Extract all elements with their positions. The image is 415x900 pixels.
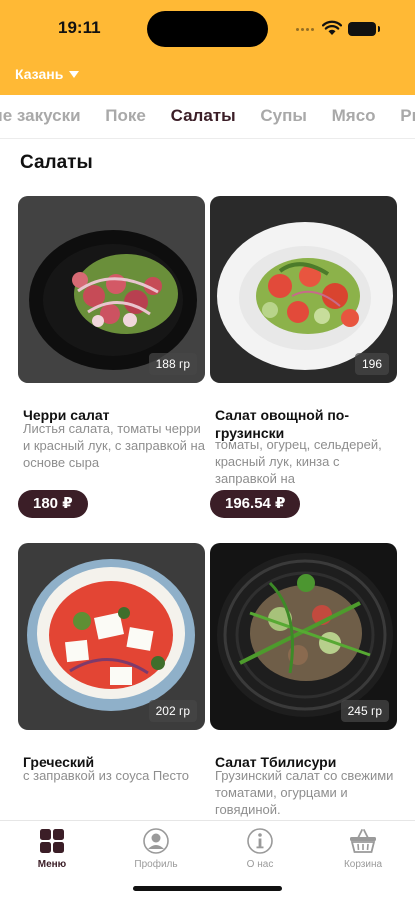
tab-label: Корзина	[343, 859, 383, 870]
product-description: Листья салата, томаты черри и красный лу…	[23, 421, 205, 470]
weight-badge: 188 гр	[148, 353, 197, 375]
tab-label: Меню	[37, 859, 67, 870]
tab-menu[interactable]: Меню	[12, 828, 92, 870]
tab-label: Профиль	[134, 859, 178, 870]
weight-badge: 245 гр	[340, 700, 389, 722]
product-description: Грузинский салат со свежими томатами, ог…	[215, 768, 394, 817]
city-selector[interactable]: Казань	[15, 66, 80, 82]
product-image[interactable]: 202 гр	[18, 543, 205, 730]
tab-category[interactable]: Супы	[260, 106, 307, 126]
menu-grid-icon	[40, 829, 64, 853]
product-image[interactable]: 245 гр	[210, 543, 397, 730]
product-card[interactable]: 196 Салат овощной по-грузински томаты, о…	[210, 196, 397, 518]
tab-category[interactable]: Мясо	[332, 106, 376, 126]
weight-badge: 202 гр	[148, 700, 197, 722]
tab-category[interactable]: ние закуски	[0, 106, 81, 126]
product-description: с заправкой из соуса Песто	[23, 768, 190, 783]
product-card[interactable]: 245 гр Салат Тбилисури Грузинский салат …	[210, 543, 397, 817]
category-tabs: ние закуски Поке Салаты Супы Мясо Рыба	[0, 95, 415, 139]
tab-profile[interactable]: Профиль	[116, 828, 196, 870]
tab-category-active[interactable]: Салаты	[171, 106, 236, 126]
profile-icon	[143, 828, 169, 854]
signal-icon	[296, 28, 316, 32]
header-bar: 19:11 Казань	[0, 0, 415, 95]
tab-about[interactable]: О нас	[220, 828, 300, 870]
product-image[interactable]: 196	[210, 196, 397, 383]
status-time: 19:11	[58, 18, 101, 37]
product-image[interactable]: 188 гр	[18, 196, 205, 383]
battery-icon	[348, 22, 380, 36]
tab-category[interactable]: Поке	[105, 106, 146, 126]
dynamic-island	[147, 11, 268, 47]
city-label: Казань	[15, 66, 64, 82]
product-card[interactable]: 188 гр Черри салат Листья салата, томаты…	[18, 196, 205, 518]
basket-icon	[350, 829, 376, 853]
wifi-icon	[322, 20, 342, 35]
product-card[interactable]: 202 гр Греческий с заправкой из соуса Пе…	[18, 543, 205, 783]
product-description: томаты, огурец, сельдерей, красный лук, …	[215, 437, 382, 486]
tab-category[interactable]: Рыба	[400, 106, 415, 126]
weight-badge: 196	[354, 353, 389, 375]
price-button[interactable]: 196.54 ₽	[210, 490, 301, 518]
section-title: Салаты	[20, 152, 93, 173]
home-indicator	[133, 886, 282, 891]
tab-label: О нас	[246, 859, 274, 870]
chevron-down-icon	[69, 70, 80, 78]
info-icon	[247, 828, 273, 854]
price-button[interactable]: 180 ₽	[18, 490, 88, 518]
tab-cart[interactable]: Корзина	[323, 828, 403, 870]
